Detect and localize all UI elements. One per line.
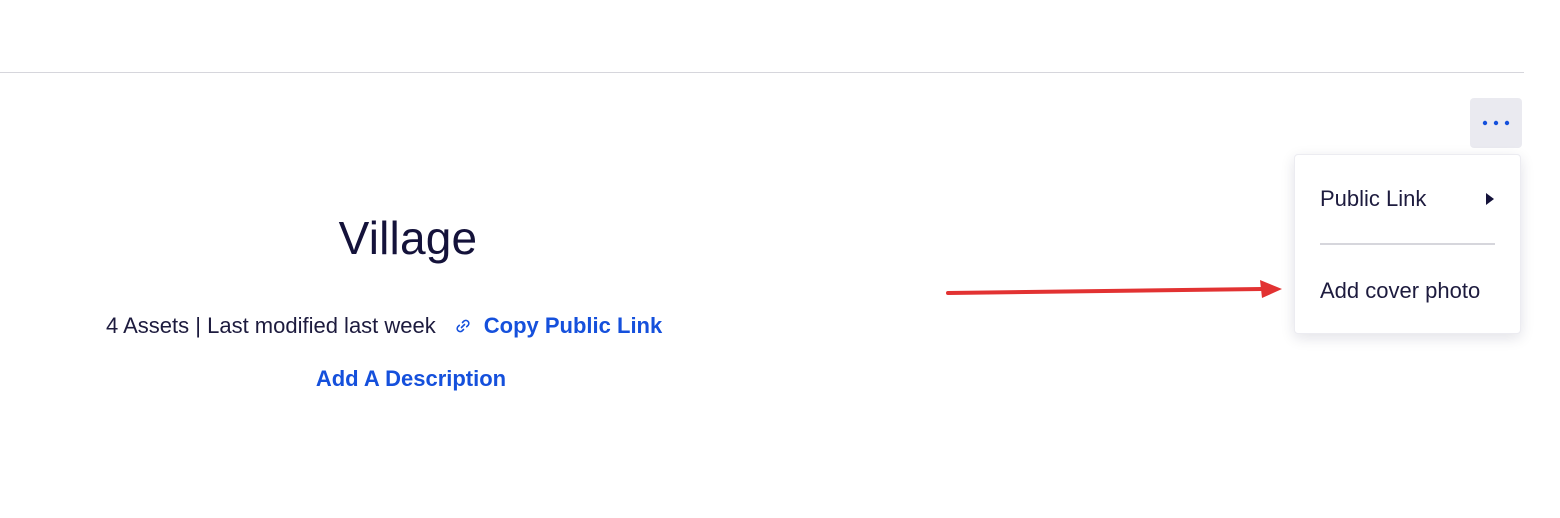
annotation-arrow xyxy=(946,280,1282,298)
